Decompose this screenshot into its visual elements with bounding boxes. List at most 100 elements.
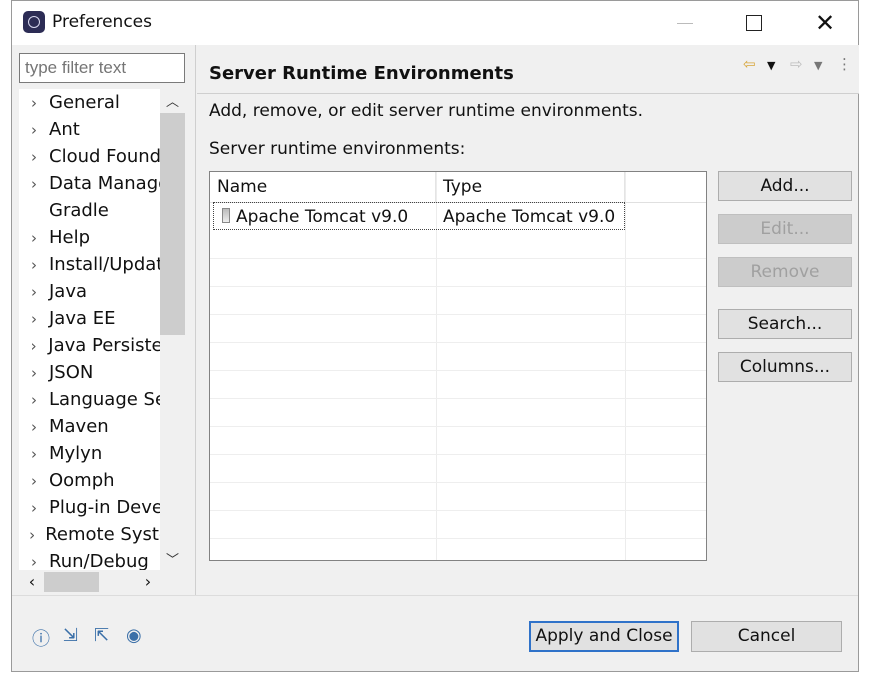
chevron-right-icon[interactable]: ›: [19, 499, 49, 517]
back-dropdown-icon[interactable]: ▼: [767, 59, 775, 72]
chevron-right-icon[interactable]: ›: [19, 418, 49, 436]
tree-item[interactable]: › General: [19, 89, 170, 116]
view-menu-icon[interactable]: ⋮: [837, 55, 852, 73]
chevron-right-icon[interactable]: ›: [19, 256, 49, 274]
table-row[interactable]: [210, 398, 706, 427]
chevron-right-icon[interactable]: ›: [19, 310, 49, 328]
chevron-right-icon[interactable]: ›: [19, 526, 45, 544]
chevron-right-icon[interactable]: ›: [19, 121, 49, 139]
scroll-left-icon[interactable]: ‹: [21, 572, 43, 592]
record-icon[interactable]: ◉: [126, 625, 142, 646]
chevron-right-icon[interactable]: ›: [19, 553, 49, 571]
tree-item[interactable]: › Java: [19, 278, 170, 305]
table-row[interactable]: [210, 510, 706, 539]
scroll-up-icon[interactable]: ︿: [160, 91, 185, 113]
table-row[interactable]: [210, 286, 706, 315]
tree-item[interactable]: › Oomph: [19, 467, 170, 494]
tree-item[interactable]: › Cloud Found: [19, 143, 170, 170]
close-button[interactable]: ✕: [805, 7, 845, 39]
runtime-table[interactable]: Name Type Apache Tomcat v9.0 Apache Tomca…: [209, 171, 707, 561]
tree-item[interactable]: › Plug-in Deve: [19, 494, 170, 521]
tree-item[interactable]: › Java EE: [19, 305, 170, 332]
chevron-right-icon[interactable]: ›: [19, 364, 49, 382]
export-icon[interactable]: ⇱: [94, 625, 109, 646]
table-row[interactable]: [210, 370, 706, 399]
table-row[interactable]: Apache Tomcat v9.0 Apache Tomcat v9.0: [213, 202, 625, 230]
cancel-button[interactable]: Cancel: [691, 621, 842, 652]
server-icon: [222, 208, 230, 223]
tree-item[interactable]: Gradle: [19, 197, 170, 224]
edit-button[interactable]: Edit...: [718, 214, 852, 244]
table-row[interactable]: [210, 426, 706, 455]
arrow-left-icon[interactable]: ⇦: [743, 55, 756, 73]
scroll-thumb[interactable]: [160, 113, 185, 335]
tree-item[interactable]: › Remote Syste: [19, 521, 170, 548]
tree-item-label: Plug-in Deve: [49, 497, 163, 518]
tree-item-label: Mylyn: [49, 443, 103, 464]
tree-item[interactable]: › Maven: [19, 413, 170, 440]
tree-item-label: JSON: [49, 362, 94, 383]
window-title: Preferences: [52, 12, 152, 32]
tree-vertical-scrollbar[interactable]: ︿ ﹀: [160, 89, 185, 573]
chevron-right-icon[interactable]: ›: [19, 283, 49, 301]
tree-item[interactable]: › Language Se: [19, 386, 170, 413]
page-description: Add, remove, or edit server runtime envi…: [209, 101, 644, 121]
table-row[interactable]: [210, 258, 706, 287]
filter-input[interactable]: [19, 53, 185, 83]
tree-item[interactable]: › Help: [19, 224, 170, 251]
table-row[interactable]: [210, 454, 706, 483]
tree-item-label: Cloud Found: [49, 146, 162, 167]
page-header: Server Runtime Environments ⇦ ▼ ⇨ ▼ ⋮: [197, 45, 859, 94]
column-header-type[interactable]: Type: [436, 172, 625, 202]
runtime-type: Apache Tomcat v9.0: [443, 207, 616, 227]
table-row[interactable]: [210, 342, 706, 371]
tree-item-label: Remote Syste: [45, 524, 170, 545]
cell-name: Apache Tomcat v9.0: [214, 203, 408, 231]
remove-button[interactable]: Remove: [718, 257, 852, 287]
import-icon[interactable]: ⇲: [63, 625, 78, 646]
arrow-right-icon[interactable]: ⇨: [790, 55, 803, 73]
apply-and-close-button[interactable]: Apply and Close: [529, 621, 679, 652]
columns-button[interactable]: Columns...: [718, 352, 852, 382]
table-header: Name Type: [210, 172, 706, 203]
tree-horizontal-scrollbar[interactable]: ‹ ›: [19, 570, 160, 594]
scroll-down-icon[interactable]: ﹀: [160, 549, 185, 571]
tree-item[interactable]: › JSON: [19, 359, 170, 386]
tree-item[interactable]: › Data Manage: [19, 170, 170, 197]
page-title: Server Runtime Environments: [209, 63, 514, 84]
footer-separator: [12, 595, 858, 596]
tree-item-label: Help: [49, 227, 91, 248]
hscroll-thumb[interactable]: [44, 572, 99, 592]
list-label: Server runtime environments:: [209, 139, 466, 159]
chevron-right-icon[interactable]: ›: [19, 337, 48, 355]
pane-divider: [195, 45, 196, 595]
eclipse-icon: [23, 11, 45, 33]
forward-dropdown-icon[interactable]: ▼: [814, 59, 822, 72]
chevron-right-icon[interactable]: ›: [19, 445, 49, 463]
tree-item-label: Java: [49, 281, 88, 302]
chevron-right-icon[interactable]: ›: [19, 94, 49, 112]
table-row[interactable]: [210, 230, 706, 259]
tree-item[interactable]: › Install/Updat: [19, 251, 170, 278]
tree-item-label: Java EE: [49, 308, 116, 329]
tree-item-label: Install/Updat: [49, 254, 164, 275]
table-row[interactable]: [210, 314, 706, 343]
table-row[interactable]: [210, 482, 706, 511]
tree-item[interactable]: › Java Persister: [19, 332, 170, 359]
chevron-right-icon[interactable]: ›: [19, 472, 49, 490]
tree-item[interactable]: › Mylyn: [19, 440, 170, 467]
tree-item[interactable]: › Ant: [19, 116, 170, 143]
tree-item-label: Oomph: [49, 470, 115, 491]
chevron-right-icon[interactable]: ›: [19, 175, 49, 193]
column-header-name[interactable]: Name: [210, 172, 436, 202]
search-button[interactable]: Search...: [718, 309, 852, 339]
runtime-name: Apache Tomcat v9.0: [236, 207, 409, 227]
add-button[interactable]: Add...: [718, 171, 852, 201]
chevron-right-icon[interactable]: ›: [19, 148, 49, 166]
minimize-button[interactable]: [667, 7, 707, 39]
scroll-right-icon[interactable]: ›: [137, 572, 159, 592]
chevron-right-icon[interactable]: ›: [19, 229, 49, 247]
chevron-right-icon[interactable]: ›: [19, 391, 49, 409]
maximize-button[interactable]: [735, 7, 775, 39]
help-icon[interactable]: ⓘ: [32, 625, 50, 651]
